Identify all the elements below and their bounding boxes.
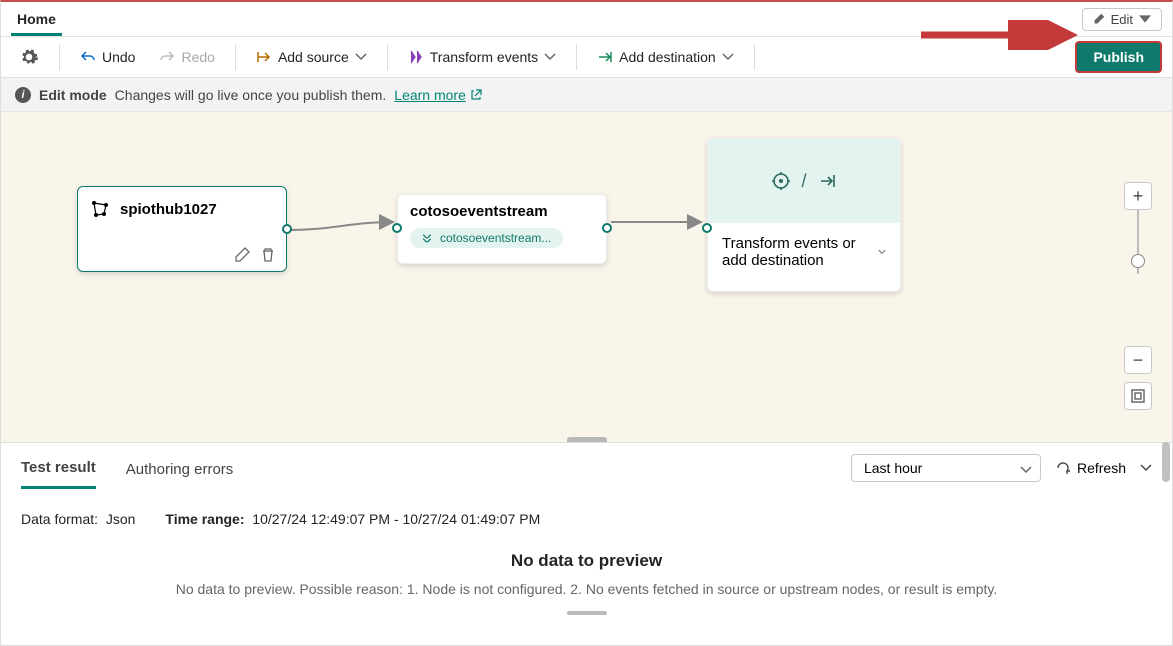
- no-data-message: No data to preview. Possible reason: 1. …: [21, 581, 1152, 597]
- no-data-title: No data to preview: [21, 551, 1152, 571]
- undo-icon: [80, 49, 96, 65]
- chevron-down-icon: [355, 51, 367, 63]
- add-destination-button[interactable]: Add destination: [587, 45, 744, 69]
- zoom-out-button[interactable]: −: [1124, 346, 1152, 374]
- tab-authoring-errors[interactable]: Authoring errors: [126, 449, 234, 488]
- transform-label: Transform events: [430, 49, 538, 65]
- scrollbar[interactable]: [1162, 442, 1170, 482]
- input-port[interactable]: [392, 223, 402, 233]
- gear-icon: [19, 47, 39, 67]
- edit-mode-label: Edit mode: [39, 87, 107, 103]
- separator: [576, 44, 577, 70]
- zoom-in-button[interactable]: +: [1124, 182, 1152, 210]
- settings-button[interactable]: [9, 43, 49, 71]
- chevron-down-icon[interactable]: [878, 246, 886, 258]
- separator: [387, 44, 388, 70]
- flow-canvas[interactable]: spiothub1027 cotosoeventstream cotosoeve…: [1, 112, 1172, 442]
- external-link-icon: [470, 89, 482, 101]
- source-node-name: spiothub1027: [120, 201, 217, 218]
- output-port[interactable]: [282, 224, 292, 234]
- stream-pill-label: cotosoeventstream...: [440, 231, 551, 245]
- destination-placeholder-node[interactable]: / Transform events or add destination: [707, 138, 901, 292]
- tab-home[interactable]: Home: [11, 3, 62, 36]
- data-format-label: Data format:: [21, 511, 98, 527]
- learn-more-link[interactable]: Learn more: [394, 87, 482, 103]
- output-icon: [817, 171, 837, 191]
- fit-to-screen-button[interactable]: [1124, 382, 1152, 410]
- chevron-down-icon: [544, 51, 556, 63]
- iot-hub-icon: [90, 199, 110, 219]
- add-source-label: Add source: [278, 49, 349, 65]
- destination-placeholder-label: Transform events or add destination: [722, 235, 878, 269]
- data-format-value: Json: [106, 511, 136, 527]
- caret-down-icon: [1139, 13, 1151, 25]
- output-port[interactable]: [602, 223, 612, 233]
- source-icon: [256, 49, 272, 65]
- add-destination-label: Add destination: [619, 49, 716, 65]
- time-range-label: Time range:: [165, 511, 244, 527]
- wires: [1, 112, 1172, 442]
- learn-more-label: Learn more: [394, 87, 466, 103]
- chevron-down-icon: [722, 51, 734, 63]
- refresh-label: Refresh: [1077, 460, 1126, 476]
- pencil-icon: [1093, 13, 1105, 25]
- source-node[interactable]: spiothub1027: [77, 186, 287, 272]
- time-range-select[interactable]: Last hour: [851, 454, 1041, 482]
- undo-label: Undo: [102, 49, 135, 65]
- info-icon: i: [15, 87, 31, 103]
- edit-label: Edit: [1111, 12, 1133, 27]
- time-range-value: Last hour: [864, 460, 922, 476]
- zoom-knob[interactable]: [1131, 254, 1145, 268]
- edit-dropdown[interactable]: Edit: [1082, 8, 1162, 31]
- panel-resize-handle[interactable]: [567, 437, 607, 442]
- tab-test-result[interactable]: Test result: [21, 447, 96, 489]
- transform-icon: [408, 49, 424, 65]
- time-range-display: 10/27/24 12:49:07 PM - 10/27/24 01:49:07…: [252, 511, 540, 527]
- publish-button[interactable]: Publish: [1075, 41, 1162, 73]
- undo-button[interactable]: Undo: [70, 45, 145, 69]
- edit-node-icon[interactable]: [234, 247, 250, 263]
- redo-icon: [159, 49, 175, 65]
- redo-label: Redo: [181, 49, 214, 65]
- redo-button: Redo: [149, 45, 224, 69]
- destination-icon-area: /: [708, 139, 900, 223]
- panel-resize-handle[interactable]: [567, 611, 607, 615]
- input-port[interactable]: [702, 223, 712, 233]
- edit-mode-msg: Changes will go live once you publish th…: [115, 87, 387, 103]
- fit-icon: [1131, 389, 1145, 403]
- refresh-icon: [1055, 460, 1071, 476]
- stream-node-name: cotosoeventstream: [398, 195, 606, 224]
- delete-node-icon[interactable]: [260, 247, 276, 263]
- process-icon: [771, 171, 791, 191]
- zoom-slider[interactable]: [1137, 210, 1139, 274]
- separator: [754, 44, 755, 70]
- stream-pill[interactable]: cotosoeventstream...: [410, 228, 563, 248]
- stream-icon: [422, 232, 434, 244]
- add-source-button[interactable]: Add source: [246, 45, 377, 69]
- refresh-button[interactable]: Refresh: [1055, 460, 1126, 476]
- chevron-down-icon: [1020, 464, 1032, 476]
- collapse-panel-icon[interactable]: [1140, 462, 1152, 474]
- separator: [235, 44, 236, 70]
- transform-events-button[interactable]: Transform events: [398, 45, 566, 69]
- separator: [59, 44, 60, 70]
- stream-node[interactable]: cotosoeventstream cotosoeventstream...: [397, 194, 607, 264]
- destination-icon: [597, 49, 613, 65]
